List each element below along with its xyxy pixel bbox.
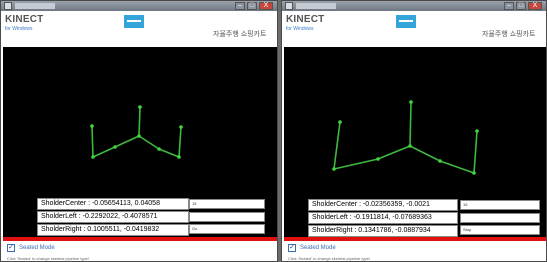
bone [333, 158, 379, 170]
bone [114, 135, 140, 148]
kinect-logo: KINECT [286, 14, 325, 25]
joint [137, 134, 141, 138]
bone [409, 145, 441, 162]
skeleton-canvas [284, 47, 546, 197]
bone [138, 106, 141, 137]
joint [472, 171, 476, 175]
seated-mode-label[interactable]: Seated Mode [19, 245, 55, 251]
bone [91, 125, 94, 158]
joint [113, 145, 117, 149]
bone [178, 126, 182, 158]
joint [409, 100, 413, 104]
minimize-button[interactable]: – [235, 2, 245, 10]
bone [138, 135, 160, 150]
seated-mode-checkbox[interactable]: ✓ [7, 244, 15, 252]
joint [177, 155, 181, 159]
joint [138, 105, 142, 109]
window-title [296, 3, 336, 9]
readout-panel: SholderCenter : -0.05654113, 0.04058 Sho… [3, 195, 277, 237]
readout-panel: SholderCenter : -0.02356359, -0.0021 Sho… [284, 197, 546, 237]
status-box-1[interactable]: 15 [189, 199, 265, 209]
kinect-sensor-icon [396, 15, 416, 28]
joint [475, 129, 479, 133]
bone [439, 160, 475, 174]
footer: ✓ Seated Mode Click 'Seated' to change s… [3, 241, 277, 261]
joint [91, 155, 95, 159]
seated-mode-checkbox[interactable]: ✓ [288, 244, 296, 252]
joint [157, 147, 161, 151]
status-box-3[interactable]: Go [189, 224, 265, 234]
shoulder-right-readout: SholderRight : 0.1005511, -0.0419832 [37, 224, 189, 236]
joint [90, 124, 94, 128]
hint-text: Click 'Seated' to change skeletal pipeli… [7, 256, 90, 261]
shoulder-right-readout: SholderRight : 0.1341786, -0.0887934 [308, 225, 458, 237]
status-box-3[interactable]: Stop [460, 225, 540, 235]
kinect-sensor-icon [124, 15, 144, 28]
bone [377, 145, 411, 160]
joint [408, 144, 412, 148]
skeleton-canvas [3, 47, 277, 195]
bone [158, 148, 180, 158]
kinect-app-window-right: – □ X KINECT for Windows 자율주행 쇼핑카트 Shold… [281, 0, 547, 262]
window-title [15, 3, 55, 9]
joint [438, 159, 442, 163]
status-box-2[interactable] [460, 213, 540, 223]
shoulder-center-readout: SholderCenter : -0.05654113, 0.04058 [37, 198, 189, 210]
close-button[interactable]: X [528, 2, 542, 10]
close-button[interactable]: X [259, 2, 273, 10]
app-title: 자율주행 쇼핑카트 [213, 31, 267, 38]
bone [92, 146, 116, 158]
joint [179, 125, 183, 129]
shoulder-center-readout: SholderCenter : -0.02356359, -0.0021 [308, 199, 458, 211]
maximize-button[interactable]: □ [516, 2, 526, 10]
kinect-app-window-left: – □ X KINECT for Windows 자율주행 쇼핑카트 Shold… [0, 0, 278, 262]
app-header: KINECT for Windows 자율주행 쇼핑카트 [1, 11, 277, 47]
title-bar[interactable]: – □ X [282, 1, 546, 11]
app-header: KINECT for Windows 자율주행 쇼핑카트 [282, 11, 546, 47]
bone [409, 101, 412, 147]
skeleton-drawing [332, 100, 479, 175]
app-title: 자율주행 쇼핑카트 [482, 31, 536, 38]
footer: ✓ Seated Mode Click 'Seated' to change s… [284, 241, 546, 261]
app-icon [285, 2, 293, 10]
hint-text: Click 'Seated' to change skeletal pipeli… [288, 256, 371, 261]
shoulder-left-readout: SholderLeft : -0.1911814, -0.07689363 [308, 212, 458, 224]
app-icon [4, 2, 12, 10]
joint [332, 167, 336, 171]
joint [338, 120, 342, 124]
kinect-logo: KINECT [5, 14, 44, 25]
status-box-1[interactable]: 15 [460, 200, 540, 210]
joint [376, 157, 380, 161]
kinect-logo-subtitle: for Windows [5, 26, 33, 32]
bone [473, 130, 478, 174]
bone [333, 121, 341, 170]
title-bar[interactable]: – □ X [1, 1, 277, 11]
maximize-button[interactable]: □ [247, 2, 257, 10]
minimize-button[interactable]: – [504, 2, 514, 10]
kinect-logo-subtitle: for Windows [286, 26, 314, 32]
seated-mode-label[interactable]: Seated Mode [300, 245, 336, 251]
shoulder-left-readout: SholderLeft : -0.2292022, -0.4078571 [37, 211, 189, 223]
skeleton-drawing [90, 105, 183, 159]
status-box-2[interactable] [189, 212, 265, 222]
